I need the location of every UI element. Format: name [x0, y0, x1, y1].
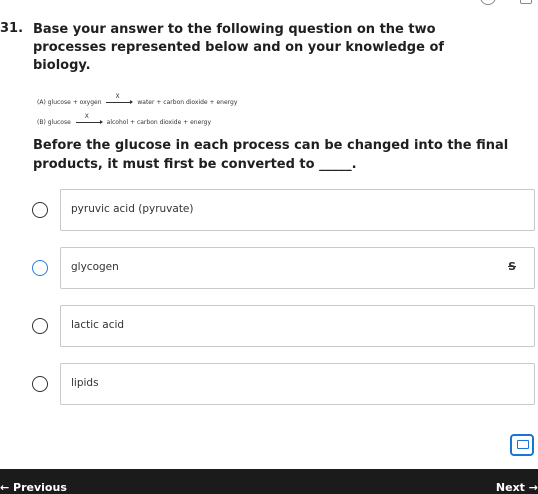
strikethrough-icon[interactable]: S	[508, 260, 516, 273]
equation-label: (B)	[37, 119, 46, 126]
next-button[interactable]: Next →	[496, 481, 538, 494]
catalyst-label: X	[115, 93, 120, 100]
equation-reactants: glucose + oxygen	[47, 99, 102, 106]
reaction-arrow-icon: X	[75, 113, 103, 124]
equation-products: water + carbon dioxide + energy	[137, 99, 238, 106]
radio-option-2[interactable]	[32, 260, 48, 276]
catalyst-label: X	[84, 113, 89, 120]
answer-option-2[interactable]: glycogen S	[60, 247, 535, 289]
question-text: Base your answer to the following questi…	[33, 22, 445, 73]
radio-option-4[interactable]	[32, 376, 48, 392]
equation-label: (A)	[37, 99, 46, 106]
answer-option-4[interactable]: lipids	[60, 363, 535, 405]
radio-option-1[interactable]	[32, 202, 48, 218]
radio-option-3[interactable]	[32, 318, 48, 334]
equation-a: (A) glucose + oxygen X water + carbon di…	[37, 93, 238, 106]
option-label: lipids	[71, 377, 99, 389]
equation-b: (B) glucose X alcohol + carbon dioxide +…	[37, 113, 212, 126]
info-icon[interactable]	[480, 0, 496, 5]
answer-option-1[interactable]: pyruvic acid (pyruvate)	[60, 189, 535, 231]
option-label: lactic acid	[71, 319, 125, 331]
reaction-arrow-icon: X	[106, 93, 134, 104]
option-label: pyruvic acid (pyruvate)	[71, 203, 194, 215]
notes-icon[interactable]	[510, 434, 534, 456]
footer-nav-bar: ← Previous Next →	[0, 469, 538, 494]
previous-button[interactable]: ← Previous	[0, 481, 67, 494]
bookmark-icon[interactable]	[520, 0, 532, 4]
equation-products: alcohol + carbon dioxide + energy	[106, 119, 212, 126]
question-prompt: Before the glucose in each process can b…	[33, 138, 509, 172]
option-label: glycogen	[71, 261, 119, 273]
answer-option-3[interactable]: lactic acid	[60, 305, 535, 347]
question-number: 31.	[0, 21, 24, 36]
equation-reactants: glucose	[47, 119, 71, 126]
